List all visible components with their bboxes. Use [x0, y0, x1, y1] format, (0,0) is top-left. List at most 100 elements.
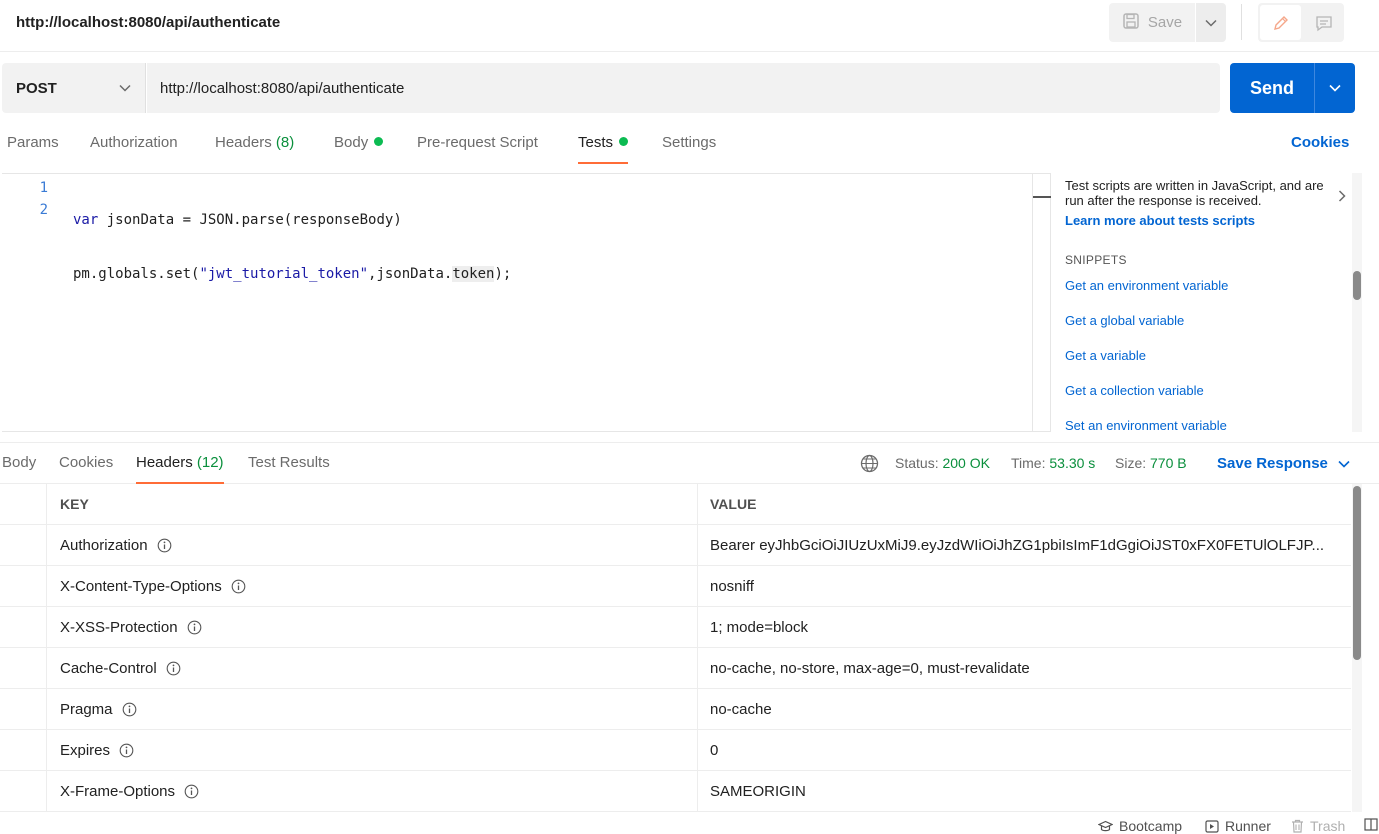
code-token: .parse: [233, 212, 284, 228]
two-pane-toggle[interactable]: [1364, 818, 1378, 831]
tab-params[interactable]: Params: [7, 134, 59, 164]
code-line: var jsonData = JSON.parse(responseBody): [73, 210, 511, 232]
method-select[interactable]: POST: [2, 63, 146, 113]
tab-pre-request-script[interactable]: Pre-request Script: [417, 134, 538, 164]
table-row: Expires 0: [0, 730, 1351, 771]
code-token: JSON: [199, 212, 234, 228]
tab-test-results[interactable]: Test Results: [248, 454, 330, 484]
tab-label: Params: [7, 134, 59, 151]
header-key[interactable]: X-Frame-Options: [48, 771, 698, 811]
response-size[interactable]: Size: 770 B: [1115, 455, 1187, 471]
info-icon[interactable]: [166, 661, 181, 676]
tab-label: Tests: [578, 134, 614, 151]
key-text: X-Content-Type-Options: [60, 577, 222, 595]
header-value[interactable]: nosniff: [699, 566, 1351, 606]
request-title[interactable]: http://localhost:8080/api/authenticate: [16, 14, 280, 31]
header-value[interactable]: SAMEORIGIN: [699, 771, 1351, 811]
key-text: X-XSS-Protection: [60, 618, 178, 636]
tab-authorization[interactable]: Authorization: [90, 134, 178, 164]
table-row: Authorization Bearer eyJhbGciOiJIUzUxMiJ…: [0, 525, 1351, 566]
headers-count: (12): [196, 454, 224, 471]
tab-label: Test Results: [248, 454, 330, 471]
tab-settings[interactable]: Settings: [662, 134, 716, 164]
tab-response-cookies[interactable]: Cookies: [59, 454, 113, 484]
code-keyword: var: [73, 212, 99, 228]
table-row: Pragma no-cache: [0, 689, 1351, 730]
table-cell: [0, 648, 47, 688]
header-key[interactable]: X-Content-Type-Options: [48, 566, 698, 606]
status-dot: [374, 137, 384, 146]
column-header-value: VALUE: [710, 496, 757, 512]
response-time[interactable]: Time: 53.30 s: [1011, 455, 1095, 471]
response-status[interactable]: Status: 200 OK: [895, 455, 990, 471]
table-cell: [0, 607, 47, 647]
response-headers-table: KEY VALUE Authorization Bearer eyJhbGciO…: [0, 484, 1351, 812]
tab-response-body[interactable]: Body: [2, 454, 36, 484]
snippets-scrollbar[interactable]: [1352, 173, 1362, 432]
network-icon[interactable]: [860, 454, 879, 476]
runner-button[interactable]: Runner: [1205, 818, 1271, 834]
header-key[interactable]: Pragma: [48, 689, 698, 729]
url-input[interactable]: http://localhost:8080/api/authenticate: [147, 63, 1220, 113]
snippet-item[interactable]: Set an environment variable: [1065, 418, 1227, 432]
code-content[interactable]: var jsonData = JSON.parse(responseBody) …: [73, 178, 511, 318]
editor-scrollbar[interactable]: [1032, 174, 1033, 431]
tab-response-headers[interactable]: Headers (12): [136, 454, 224, 484]
line-number: 2: [39, 202, 48, 218]
bootcamp-button[interactable]: Bootcamp: [1098, 818, 1182, 834]
snippet-item[interactable]: Get a global variable: [1065, 313, 1184, 328]
save-options-button[interactable]: [1196, 3, 1226, 42]
header-key[interactable]: Authorization: [48, 525, 698, 565]
header-value[interactable]: no-cache: [699, 689, 1351, 729]
send-options-button[interactable]: [1314, 63, 1355, 113]
status-value: 200 OK: [942, 455, 990, 471]
comments-button[interactable]: [1303, 3, 1344, 42]
code-highlight: token: [452, 266, 495, 282]
headers-count: (8): [275, 134, 295, 151]
cookies-link[interactable]: Cookies: [1291, 134, 1349, 151]
header-value[interactable]: no-cache, no-store, max-age=0, must-reva…: [699, 648, 1351, 688]
info-icon[interactable]: [184, 784, 199, 799]
info-icon[interactable]: [187, 620, 202, 635]
edit-mode-button[interactable]: [1260, 5, 1301, 40]
snippet-item[interactable]: Get a variable: [1065, 348, 1146, 363]
table-cell: [0, 525, 47, 565]
snippets-scroll-thumb[interactable]: [1353, 271, 1361, 300]
info-icon[interactable]: [231, 579, 246, 594]
code-token: (responseBody): [283, 212, 402, 228]
learn-more-link[interactable]: Learn more about tests scripts: [1065, 213, 1255, 228]
time-label: Time:: [1011, 455, 1046, 471]
header-key[interactable]: X-XSS-Protection: [48, 607, 698, 647]
header-value[interactable]: Bearer eyJhbGciOiJIUzUxMiJ9.eyJzdWIiOiJh…: [699, 525, 1351, 565]
snippet-item[interactable]: Get an environment variable: [1065, 278, 1228, 293]
chevron-down-icon: [1338, 460, 1350, 468]
info-icon[interactable]: [122, 702, 137, 717]
save-icon: [1122, 12, 1140, 34]
line-number: 1: [39, 180, 48, 196]
collapse-panel-button[interactable]: [1338, 189, 1346, 205]
tab-body[interactable]: Body: [334, 134, 384, 164]
snippet-item[interactable]: Get a collection variable: [1065, 383, 1204, 398]
status-bar: Bootcamp Runner Trash: [0, 814, 1379, 834]
save-button[interactable]: Save: [1109, 3, 1195, 42]
send-button[interactable]: Send: [1230, 63, 1314, 113]
table-cell: [0, 771, 47, 811]
code-string: "jwt_tutorial_token": [199, 266, 369, 282]
header-key[interactable]: Expires: [48, 730, 698, 770]
chevron-down-icon: [1329, 84, 1341, 92]
header-value[interactable]: 1; mode=block: [699, 607, 1351, 647]
bootcamp-label: Bootcamp: [1119, 818, 1183, 834]
info-icon[interactable]: [157, 538, 172, 553]
header-key[interactable]: Cache-Control: [48, 648, 698, 688]
table-scroll-thumb[interactable]: [1353, 486, 1361, 660]
graduation-cap-icon: [1098, 820, 1113, 831]
trash-button[interactable]: Trash: [1291, 818, 1345, 834]
tab-headers[interactable]: Headers (8): [215, 134, 294, 164]
time-value: 53.30 s: [1049, 455, 1096, 471]
test-script-editor[interactable]: 1 2 var jsonData = JSON.parse(responseBo…: [2, 173, 1051, 432]
save-response-button[interactable]: Save Response: [1217, 455, 1350, 472]
header-value[interactable]: 0: [699, 730, 1351, 770]
info-icon[interactable]: [119, 743, 134, 758]
tab-tests[interactable]: Tests: [578, 134, 629, 164]
editor-scroll-thumb[interactable]: [1033, 196, 1051, 198]
